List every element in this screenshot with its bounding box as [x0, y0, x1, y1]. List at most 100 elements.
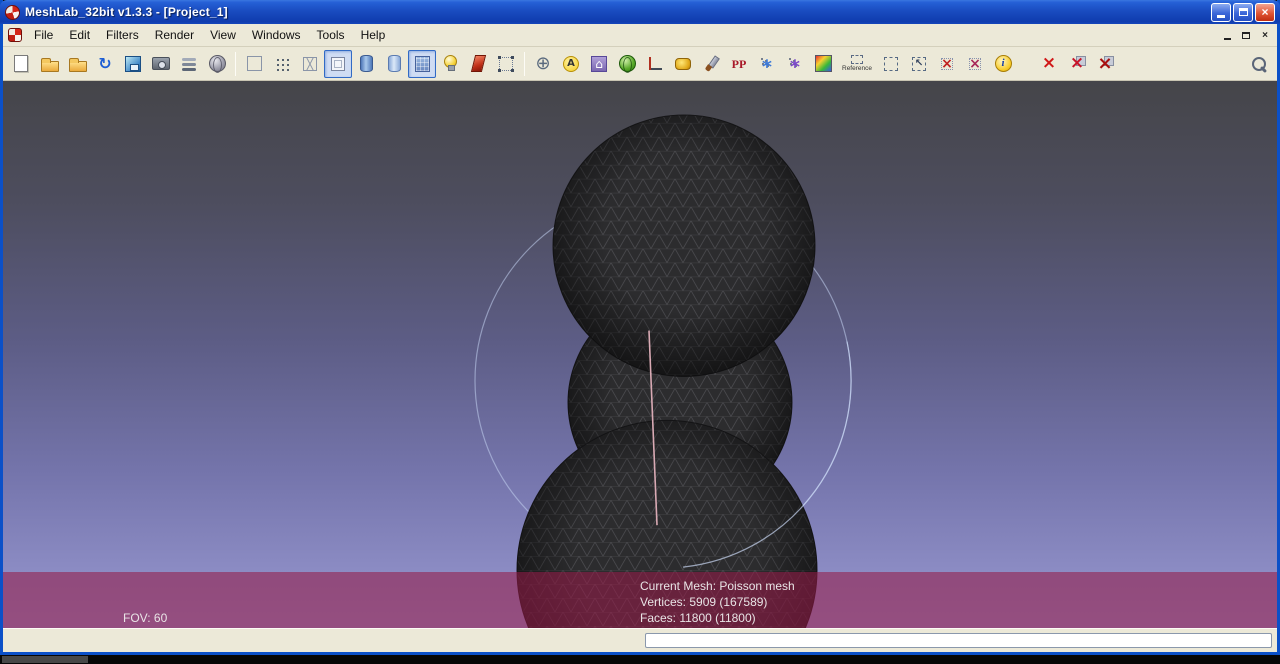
delete-red-x3-button[interactable]: × — [1091, 50, 1119, 78]
reload-button[interactable]: ↻ — [91, 50, 119, 78]
hidden-lines-button[interactable] — [324, 49, 352, 78]
gl-viewport[interactable]: FOV: 60 FPS: 64.5 Current Mesh: Poisson … — [3, 81, 1277, 628]
menu-windows[interactable]: Windows — [244, 25, 309, 46]
red-arrows-icon: × — [937, 54, 957, 74]
layers-icon — [179, 54, 199, 74]
close-button[interactable]: × — [1255, 2, 1275, 22]
point-sparkle-button[interactable]: * — [753, 50, 781, 78]
globe-button[interactable] — [203, 50, 231, 78]
menu-help[interactable]: Help — [353, 25, 394, 46]
mdi-restore-icon — [1242, 31, 1250, 39]
red-arrows2-icon: × — [965, 54, 985, 74]
maximize-icon — [1238, 8, 1248, 16]
dashed-selection-arrow-button[interactable]: ↖ — [905, 50, 933, 78]
mesh-edges-icon — [496, 54, 516, 74]
pp-icon: PP — [731, 56, 747, 71]
red-arrows-button[interactable]: × — [933, 50, 961, 78]
project-window-icon — [8, 28, 22, 42]
menu-edit[interactable]: Edit — [61, 25, 98, 46]
reload-icon: ↻ — [98, 53, 112, 73]
meshlab-logo-icon — [5, 4, 20, 20]
point-sparkle-icon: * — [757, 54, 777, 77]
dashed-selection-button[interactable] — [877, 50, 905, 78]
trackball-button[interactable]: ⊕ — [529, 50, 557, 78]
points-button[interactable] — [268, 50, 296, 78]
open-project-icon — [39, 54, 59, 74]
gold-button[interactable] — [669, 50, 697, 78]
light-button[interactable] — [436, 50, 464, 78]
wireframe-button[interactable]: ╳ — [296, 50, 324, 78]
menu-view[interactable]: View — [202, 25, 244, 46]
hud-mesh-info: Current Mesh: Poisson mesh Vertices: 590… — [640, 578, 795, 626]
faces-label: Faces: 11800 (11800) — [640, 611, 756, 625]
new-document-button[interactable] — [7, 50, 35, 78]
menu-render[interactable]: Render — [147, 25, 202, 46]
main-toolbar: ↻ ╳ ⊕ A ⌂ PP * * Reference ↖ × × i × × × — [3, 47, 1277, 81]
globe-icon — [207, 54, 227, 74]
save-mesh-button[interactable] — [119, 50, 147, 78]
minimize-button[interactable] — [1211, 2, 1231, 22]
home-button[interactable]: ⌂ — [585, 50, 613, 78]
layers-button[interactable] — [175, 50, 203, 78]
smooth-shading-button[interactable] — [380, 50, 408, 78]
red-arrows2-button[interactable]: × — [961, 50, 989, 78]
home-icon: ⌂ — [589, 54, 609, 74]
green-globe-icon — [617, 54, 637, 74]
delete-red-x-button[interactable]: × — [1035, 50, 1063, 78]
menu-file[interactable]: File — [26, 25, 61, 46]
mdi-minimize-button[interactable] — [1218, 27, 1236, 43]
color-gradient-button[interactable] — [809, 50, 837, 78]
status-bar — [3, 628, 1277, 652]
import-mesh-button[interactable] — [63, 50, 91, 78]
fov-value: FOV: 60 — [123, 611, 168, 625]
label-a-icon: A — [561, 54, 581, 74]
window-title: MeshLab_32bit v1.3.3 - [Project_1] — [25, 5, 228, 19]
axes-button[interactable] — [641, 50, 669, 78]
axes-icon — [645, 54, 665, 74]
light-icon — [440, 54, 460, 74]
search-icon — [1249, 54, 1269, 74]
import-mesh-icon — [67, 54, 87, 74]
open-project-button[interactable] — [35, 50, 63, 78]
label-a-button[interactable]: A — [557, 50, 585, 78]
reference-button[interactable]: Reference — [837, 50, 877, 78]
new-document-icon — [11, 54, 31, 74]
delete-red-x2-icon: × — [1067, 54, 1087, 74]
mdi-restore-button[interactable] — [1237, 27, 1255, 43]
close-icon: × — [1261, 5, 1269, 19]
snapshot-button[interactable] — [147, 50, 175, 78]
green-globe-button[interactable] — [613, 50, 641, 78]
delete-red-x2-button[interactable]: × — [1063, 50, 1091, 78]
menu-filters[interactable]: Filters — [98, 25, 147, 46]
menu-tools[interactable]: Tools — [309, 25, 353, 46]
reference-icon — [851, 55, 863, 64]
info-button[interactable]: i — [989, 50, 1017, 78]
mdi-minimize-icon — [1223, 38, 1231, 40]
reference-label: Reference — [842, 65, 872, 72]
search-button[interactable] — [1245, 50, 1273, 78]
paintbrush-icon — [701, 54, 721, 74]
mdi-close-button[interactable]: × — [1256, 27, 1274, 43]
color-gradient-icon — [813, 54, 833, 74]
menu-bar: File Edit Filters Render View Windows To… — [3, 24, 1277, 47]
flat-shading-button[interactable] — [352, 50, 380, 78]
taskbar-stub — [2, 656, 88, 663]
flat-shading-icon — [356, 54, 376, 74]
maximize-button[interactable] — [1233, 2, 1253, 22]
texture-icon — [412, 54, 432, 74]
paintbrush-button[interactable] — [697, 50, 725, 78]
save-mesh-icon — [123, 54, 143, 74]
backface-button[interactable] — [464, 50, 492, 78]
hidden-lines-icon — [328, 54, 348, 74]
poisson-mesh — [516, 114, 818, 628]
point-sparkle2-button[interactable]: * — [781, 50, 809, 78]
texture-button[interactable] — [408, 49, 436, 78]
hud-fov-fps: FOV: 60 FPS: 64.5 — [123, 578, 183, 628]
current-mesh-label: Current Mesh: Poisson mesh — [640, 579, 795, 593]
title-bar: MeshLab_32bit v1.3.3 - [Project_1] × — [0, 0, 1280, 24]
progress-bar — [645, 633, 1272, 648]
wireframe-icon: ╳ — [300, 54, 320, 74]
mesh-edges-button[interactable] — [492, 50, 520, 78]
pp-button[interactable]: PP — [725, 50, 753, 78]
bounding-box-button[interactable] — [240, 50, 268, 78]
